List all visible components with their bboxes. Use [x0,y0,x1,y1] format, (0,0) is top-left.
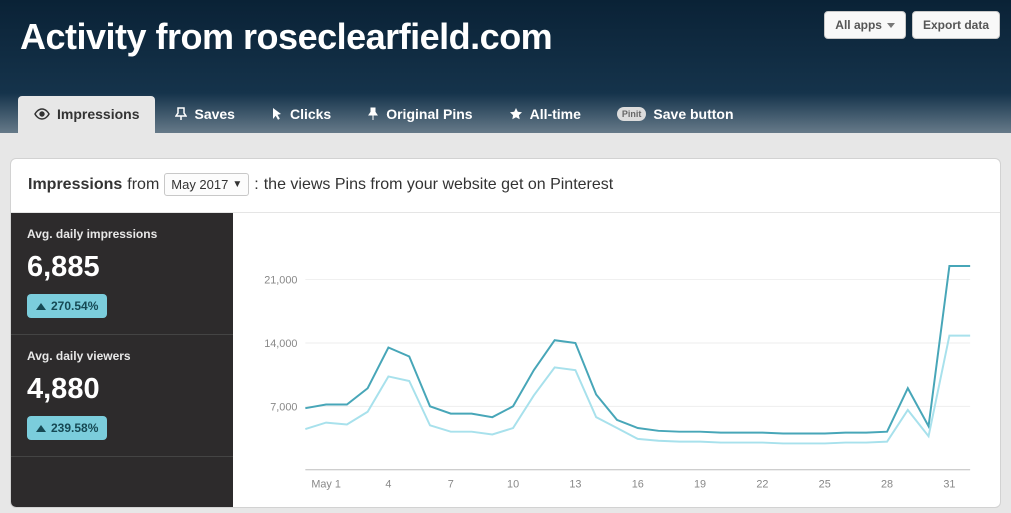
pin-icon [175,107,187,121]
metric-delta: 239.58% [27,416,107,440]
svg-text:10: 10 [507,479,519,491]
svg-text:7: 7 [448,479,454,491]
tab-bar: Impressions Saves Clicks Original Pins A… [18,96,750,133]
tab-label: Impressions [57,106,139,122]
panel-metric-name: Impressions [28,176,122,194]
panel-heading: Impressions from May 2017 ▼ : the views … [11,159,1000,213]
tab-all-time[interactable]: All-time [493,96,597,133]
metric-label: Avg. daily impressions [27,227,217,241]
tab-label: Original Pins [386,106,472,122]
metric-delta: 270.54% [27,294,107,318]
tab-original-pins[interactable]: Original Pins [351,96,488,133]
panel-colon: : [254,176,258,194]
svg-text:7,000: 7,000 [270,401,297,413]
cursor-icon [271,107,283,121]
svg-text:22: 22 [756,479,768,491]
delta-value: 239.58% [51,421,98,435]
tab-save-button[interactable]: Pinit Save button [601,96,750,133]
svg-text:25: 25 [819,479,831,491]
svg-text:19: 19 [694,479,706,491]
metric-viewers[interactable]: Avg. daily viewers 4,880 239.58% [11,335,233,457]
impressions-line-chart: 7,000 14,000 21,000 May 1 4 7 10 13 16 19 22 25 28 31 [251,231,982,501]
pinit-badge-icon: Pinit [617,107,647,121]
metric-label: Avg. daily viewers [27,349,217,363]
panel-body: Avg. daily impressions 6,885 270.54% Avg… [11,213,1000,507]
all-apps-label: All apps [835,18,882,32]
tab-impressions[interactable]: Impressions [18,96,155,133]
tab-clicks[interactable]: Clicks [255,96,347,133]
header-controls: All apps Export data [824,11,1000,39]
metric-value: 6,885 [27,251,217,284]
arrow-up-icon [36,425,46,432]
chevron-down-icon [887,23,895,28]
metric-value: 4,880 [27,373,217,406]
svg-text:May 1: May 1 [311,479,341,491]
page-header: Activity from roseclearfield.com All app… [0,0,1011,133]
chevron-down-icon: ▼ [232,179,242,190]
export-data-button[interactable]: Export data [912,11,1000,39]
svg-text:21,000: 21,000 [264,275,297,287]
delta-value: 270.54% [51,299,98,313]
all-apps-dropdown[interactable]: All apps [824,11,906,39]
tab-label: Save button [653,106,733,122]
metric-impressions[interactable]: Avg. daily impressions 6,885 270.54% [11,213,233,335]
star-icon [509,107,523,121]
svg-text:28: 28 [881,479,893,491]
export-label: Export data [923,18,989,32]
tab-saves[interactable]: Saves [159,96,250,133]
panel-from-word: from [127,176,159,194]
svg-text:16: 16 [632,479,644,491]
svg-text:13: 13 [569,479,581,491]
eye-icon [34,108,50,120]
tab-label: Clicks [290,106,331,122]
metrics-sidebar: Avg. daily impressions 6,885 270.54% Avg… [11,213,233,507]
svg-text:4: 4 [385,479,391,491]
period-label: May 2017 [171,177,228,192]
chart-area: 7,000 14,000 21,000 May 1 4 7 10 13 16 19 22 25 28 31 [233,213,1000,507]
analytics-panel: Impressions from May 2017 ▼ : the views … [10,158,1001,508]
tab-label: All-time [530,106,581,122]
svg-text:14,000: 14,000 [264,338,297,350]
panel-description: the views Pins from your website get on … [264,176,614,194]
period-dropdown[interactable]: May 2017 ▼ [164,173,249,196]
svg-text:31: 31 [943,479,955,491]
arrow-up-icon [36,303,46,310]
tab-label: Saves [194,106,234,122]
pushpin-icon [367,107,379,121]
